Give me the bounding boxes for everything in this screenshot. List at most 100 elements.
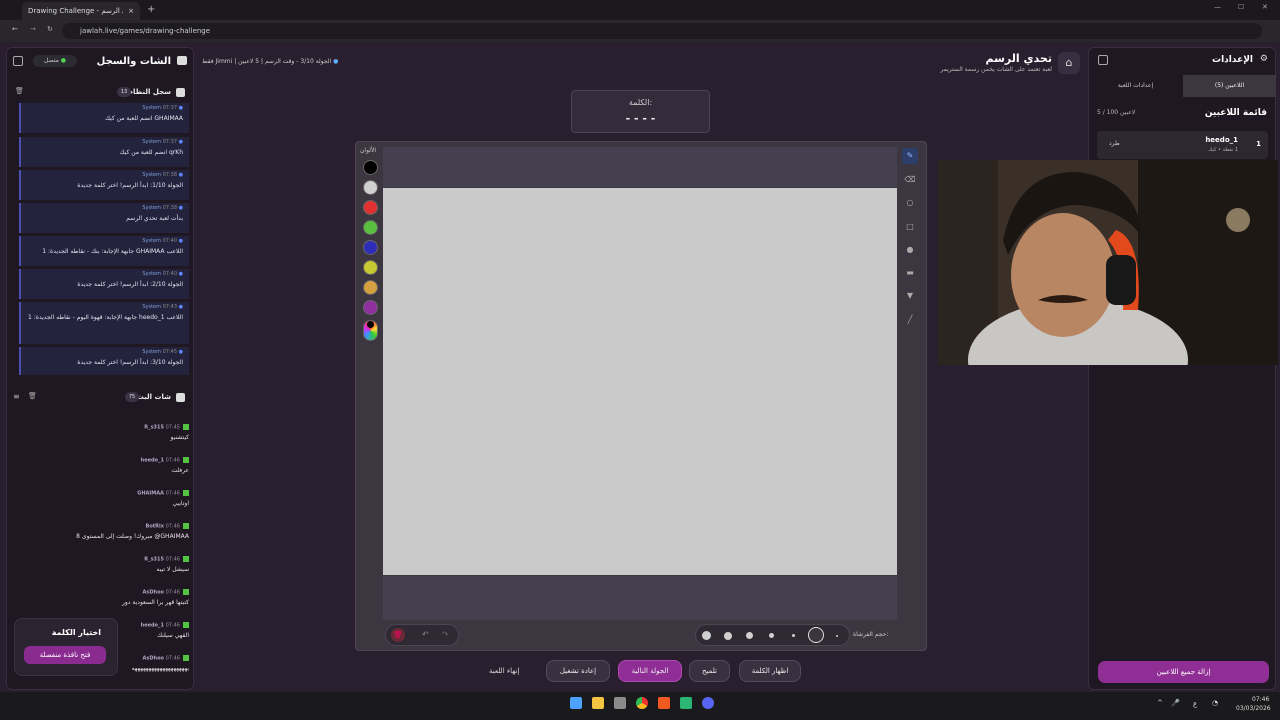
brush-size-selected[interactable]	[808, 627, 824, 643]
log-title: سجل النظام	[127, 88, 171, 96]
log-entry: ● System 07:45 الجولة 3/10: ابدأ الرسم! ا…	[19, 347, 189, 375]
log-meta: ● System 07:38	[142, 172, 183, 178]
wifi-icon[interactable]: ◔	[1212, 699, 1218, 707]
tab-players[interactable]: اللاعبين (5)	[1183, 75, 1276, 97]
back-icon[interactable]: ←	[12, 25, 18, 33]
redo-icon[interactable]: ↷	[442, 630, 449, 639]
line-icon[interactable]: ╱	[902, 312, 918, 328]
brush-size-xxs[interactable]	[836, 635, 838, 637]
log-sender: System	[142, 349, 162, 355]
log-time: 07:37	[162, 139, 178, 145]
chat-message: GHAIMAA 07:46 اوتايبي	[17, 490, 189, 507]
forward-icon[interactable]: →	[30, 25, 36, 33]
clear-button[interactable]: 🗑	[391, 628, 405, 642]
color-swatch[interactable]	[363, 220, 378, 235]
discord-icon[interactable]	[702, 697, 714, 709]
colors-label: الألوان	[360, 147, 377, 154]
kick-button[interactable]: طرد	[1109, 140, 1120, 147]
log-time: 07:38	[162, 172, 178, 178]
new-tab-icon[interactable]: +	[147, 4, 155, 15]
tab-game-settings[interactable]: إعدادات اللعبة	[1089, 75, 1182, 97]
chat-username: AsDhoo	[142, 655, 164, 662]
minimize-icon[interactable]: —	[1214, 3, 1221, 11]
log-meta: ● System 07:40	[142, 271, 183, 277]
brush-size-lg[interactable]	[724, 632, 732, 640]
color-swatch[interactable]	[363, 240, 378, 255]
collapse-icon[interactable]	[1098, 55, 1108, 65]
picker-title: اختيار الكلمة	[51, 628, 101, 637]
color-swatch[interactable]	[363, 200, 378, 215]
open-window-button[interactable]: فتح نافذة منفصلة	[24, 646, 106, 664]
filled-circle-icon[interactable]: ●	[902, 242, 918, 258]
hint-button[interactable]: تلميح	[689, 660, 730, 682]
filled-rectangle-icon[interactable]: ▬	[902, 265, 918, 281]
chat-time: 07:46	[165, 457, 180, 464]
close-icon[interactable]: ×	[128, 7, 134, 15]
trash-icon[interactable]: 🗑	[15, 87, 24, 95]
home-button[interactable]: ⌂	[1058, 52, 1080, 74]
drawing-canvas[interactable]	[383, 188, 897, 575]
chat-message: BotRix 07:46 GHAIMAA@ مبروك! وصلت إلى الم…	[17, 523, 189, 540]
brush-size-md[interactable]	[746, 632, 753, 639]
color-swatch[interactable]	[363, 280, 378, 295]
next-round-button[interactable]: الجولة التالية	[618, 660, 682, 682]
chat-text: اوتايبي	[172, 499, 189, 507]
rectangle-outline-icon[interactable]: □	[902, 219, 918, 235]
color-swatch[interactable]	[363, 180, 378, 195]
brush-size-xs[interactable]	[792, 634, 795, 637]
chat-username: GHAIMAA	[137, 490, 164, 497]
language-indicator[interactable]: ع	[1193, 700, 1197, 708]
fill-bucket-icon[interactable]: ▼	[902, 288, 918, 304]
reload-icon[interactable]: ↻	[47, 25, 53, 33]
tray-chevron-icon[interactable]: ^	[1157, 699, 1163, 707]
gear-icon: ⚙	[1259, 54, 1268, 64]
end-game-link[interactable]: إنهاء اللعبة	[489, 667, 519, 675]
trash-icon[interactable]: 🗑	[28, 392, 37, 400]
chrome-icon[interactable]	[636, 697, 648, 709]
chat-text: سيشل لا تبيه	[156, 565, 189, 573]
close-window-icon[interactable]: ✕	[1262, 3, 1268, 11]
url-field[interactable]: jawlah.live/games/drawing-challenge	[62, 23, 1262, 39]
log-text: بدأت لعبة تحدي الرسم	[126, 215, 183, 222]
word-box: الكلمة: - - - -	[571, 90, 710, 133]
chat-username: AsDhoo	[142, 589, 164, 596]
log-text: GHAIMAA انضم للعبة من كيك	[105, 115, 183, 122]
log-time: 07:38	[162, 205, 178, 211]
webcam-image	[938, 160, 1278, 365]
brush-size-xl[interactable]	[702, 631, 711, 640]
kick-icon	[183, 424, 189, 430]
brave-icon[interactable]	[658, 697, 670, 709]
chat-message: R_s315 07:45 كيتشنيو	[17, 424, 189, 441]
pencil-icon[interactable]: ✎	[902, 148, 918, 164]
color-swatch[interactable]	[363, 300, 378, 315]
brush-size-label: حجم الفرشاة:	[853, 631, 889, 638]
log-text: الجولة 1/10: ابدأ الرسم! اختر كلمة جديدة	[77, 182, 183, 189]
word-mask: - - - -	[625, 112, 656, 125]
browser-tab[interactable]: Drawing Challenge - تحدي الرسم ×	[22, 2, 140, 20]
windows-start-icon[interactable]	[570, 697, 582, 709]
log-meta: ● System 07:40	[142, 238, 183, 244]
color-swatch[interactable]	[363, 160, 378, 175]
brush-size-sm[interactable]	[769, 633, 774, 638]
collapse-icon[interactable]	[13, 56, 23, 66]
log-meta: ● System 07:45	[142, 349, 183, 355]
show-word-button[interactable]: اظهار الكلمة	[739, 660, 801, 682]
file-explorer-icon[interactable]	[592, 697, 604, 709]
kick-icon	[183, 457, 189, 463]
store-icon[interactable]	[614, 697, 626, 709]
eraser-icon[interactable]: ⌫	[902, 172, 918, 188]
remove-all-players-button[interactable]: إزالة جميع اللاعبين	[1098, 661, 1269, 683]
log-text: اللاعب heedo_1 جابهة الإجابة: قهوة اليوم…	[28, 314, 183, 321]
chat-time: 07:46	[165, 589, 180, 596]
undo-icon[interactable]: ↶	[422, 630, 429, 639]
filter-icon[interactable]: ≡	[13, 392, 20, 401]
app-icon[interactable]	[680, 697, 692, 709]
mic-icon[interactable]: 🎤	[1171, 699, 1180, 707]
restart-button[interactable]: إعادة تشغيل	[546, 660, 610, 682]
color-swatch[interactable]	[363, 260, 378, 275]
maximize-icon[interactable]: ☐	[1238, 3, 1244, 11]
chat-text: كتبتها قهر يرا السعودية دور	[122, 598, 189, 606]
log-entry: ● System 07:38 بدأت لعبة تحدي الرسم	[19, 203, 189, 233]
circle-outline-icon[interactable]: ○	[902, 195, 918, 211]
kick-icon	[183, 490, 189, 496]
